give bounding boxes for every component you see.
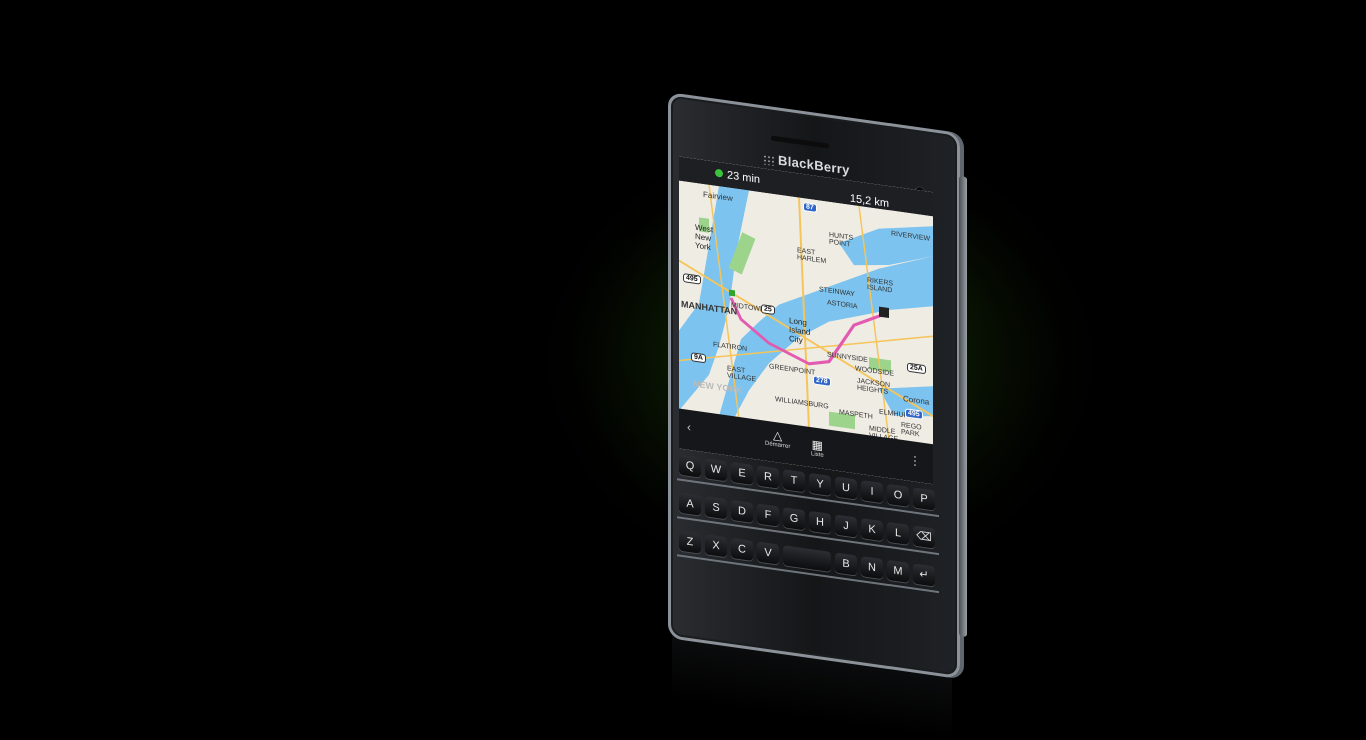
key-o[interactable]: O <box>887 483 909 507</box>
key-a[interactable]: A <box>679 492 701 516</box>
blackberry-logo-icon <box>763 153 775 166</box>
key-backspace[interactable]: ⌫ <box>913 525 935 549</box>
map-view[interactable]: Fairview West New York MANHATTAN MIDTOWN… <box>679 180 933 447</box>
key-t[interactable]: T <box>783 469 805 493</box>
key-r[interactable]: R <box>757 465 779 489</box>
key-q[interactable]: Q <box>679 454 701 478</box>
eta-display: 23 min <box>715 168 760 186</box>
key-s[interactable]: S <box>705 496 727 520</box>
key-m[interactable]: M <box>887 559 909 583</box>
key-n[interactable]: N <box>861 556 883 580</box>
key-space[interactable] <box>783 545 831 572</box>
phone-screen: 23 min 15,2 km Fairview West New York MA… <box>679 156 933 485</box>
key-l[interactable]: L <box>887 521 909 545</box>
phone-side-frame <box>959 175 967 638</box>
map-label-long-island-city: Long Island City <box>789 316 811 345</box>
key-e[interactable]: E <box>731 461 753 485</box>
map-label-rego-park: REGO PARK <box>901 421 922 439</box>
key-y[interactable]: Y <box>809 472 831 496</box>
status-dot-icon <box>715 168 723 178</box>
key-k[interactable]: K <box>861 518 883 542</box>
key-u[interactable]: U <box>835 476 857 500</box>
route-shield-25: 25 <box>761 304 775 316</box>
map-label-west-new-york: West New York <box>695 222 714 253</box>
start-navigation-button[interactable]: △ Démarrer <box>765 427 790 450</box>
key-d[interactable]: D <box>731 499 753 523</box>
key-b[interactable]: B <box>835 552 857 576</box>
route-shield-87: 87 <box>803 201 817 213</box>
physical-keyboard: Q W E R T Y U I O P A S D F G H J K L ⌫ … <box>677 454 939 641</box>
key-p[interactable]: P <box>913 487 935 511</box>
key-w[interactable]: W <box>705 458 727 482</box>
phone-body: BlackBerry 23 min 15,2 km Fairview West … <box>668 92 967 680</box>
key-i[interactable]: I <box>861 480 883 504</box>
key-z[interactable]: Z <box>679 530 701 554</box>
key-x[interactable]: X <box>705 534 727 558</box>
eta-value: 23 min <box>727 169 761 186</box>
key-j[interactable]: J <box>835 514 857 538</box>
directions-list-button[interactable]: ▦ Liste <box>811 437 824 459</box>
overflow-menu-icon[interactable]: ⋮ <box>909 453 921 469</box>
back-chevron-icon[interactable]: ‹ <box>687 420 691 435</box>
key-f[interactable]: F <box>757 503 779 527</box>
route-shield-9a: 9A <box>691 352 706 364</box>
key-v[interactable]: V <box>757 541 779 565</box>
earpiece-speaker <box>771 135 829 149</box>
key-h[interactable]: H <box>809 510 831 534</box>
key-c[interactable]: C <box>731 537 753 561</box>
key-enter[interactable]: ↵ <box>913 563 935 587</box>
phone: BlackBerry 23 min 15,2 km Fairview West … <box>668 92 967 680</box>
directions-list-label: Liste <box>811 451 824 459</box>
key-g[interactable]: G <box>783 507 805 531</box>
